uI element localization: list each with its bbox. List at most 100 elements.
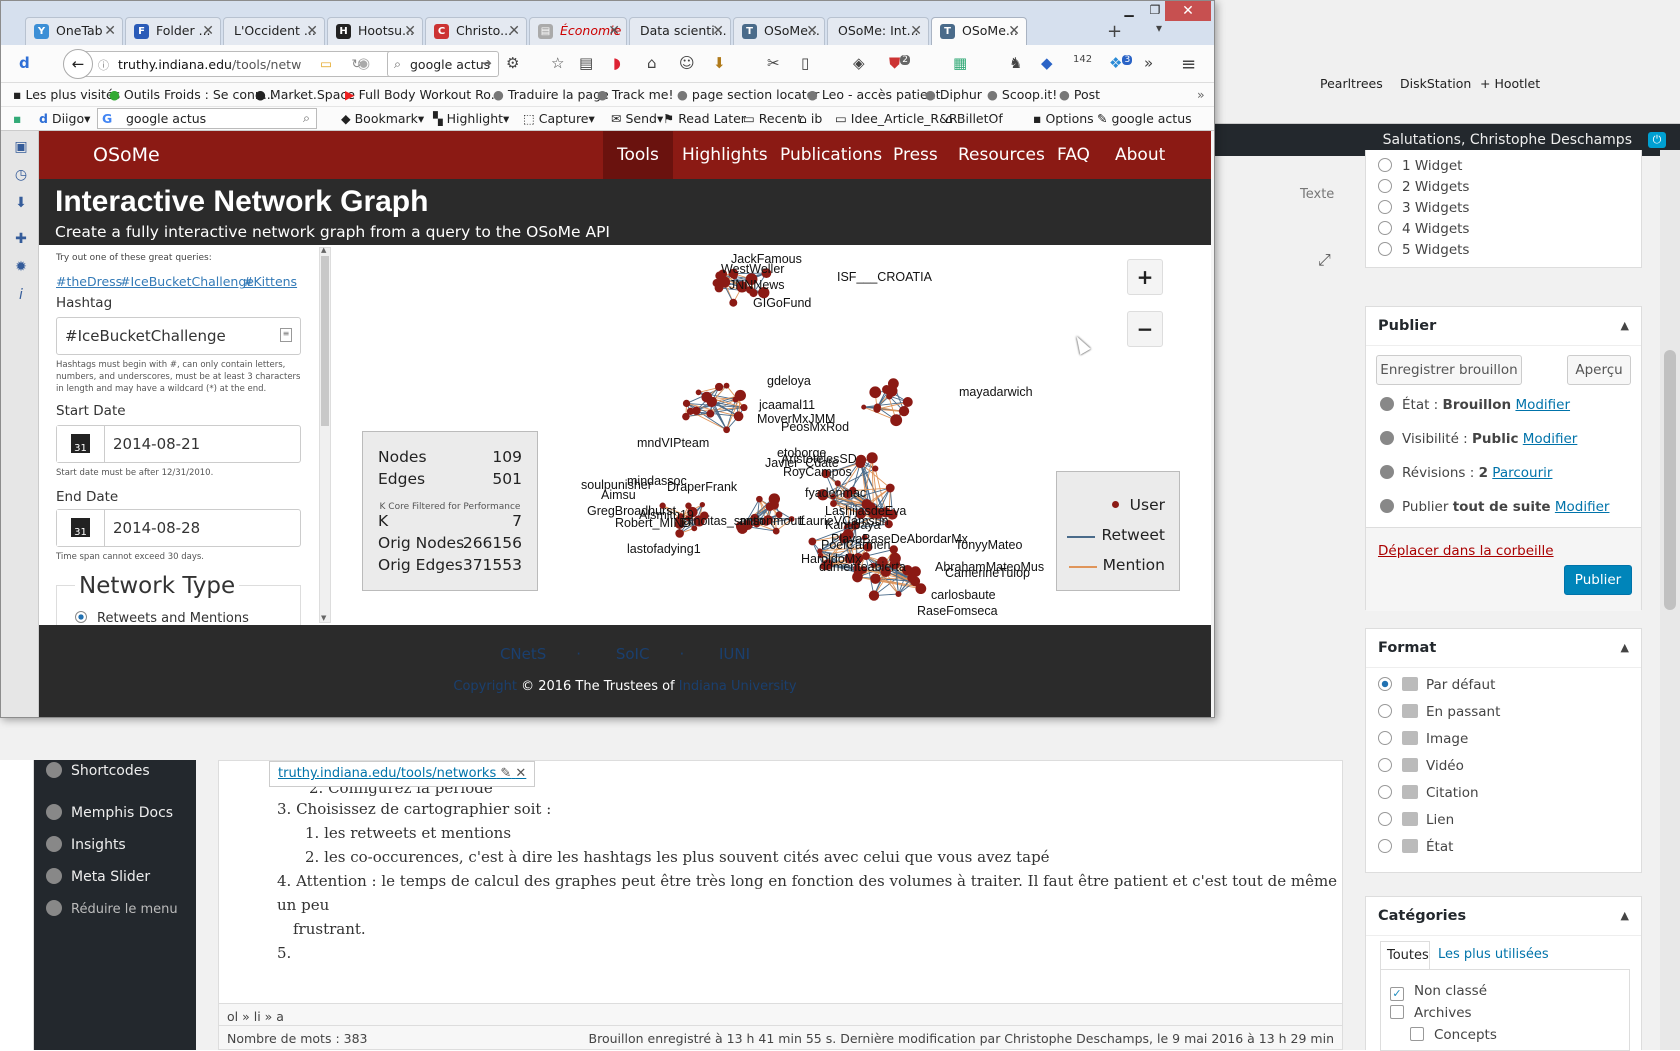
widgets-option[interactable]: 1 Widget — [1378, 158, 1462, 178]
sidebar-item-memphis-docs[interactable]: Memphis Docs — [46, 804, 173, 826]
widgets-option[interactable]: 5 Widgets — [1378, 242, 1469, 262]
extension-icon[interactable]: ✂ — [767, 54, 780, 72]
format-option-video[interactable]: Vidéo — [1378, 758, 1464, 778]
page-scrollbar[interactable] — [1660, 150, 1680, 1050]
bookmark-item[interactable]: ● Diphur — [925, 87, 982, 102]
bookmark-item[interactable]: ▪ Les plus visités — [13, 87, 120, 102]
widgets-option[interactable]: 2 Widgets — [1378, 179, 1469, 199]
search-bar[interactable]: ⌕google actus➔ — [387, 51, 499, 77]
nav-highlights[interactable]: Highlights — [668, 131, 782, 179]
url-bar[interactable]: truthy.indiana.edu/tools/netw ⓘ ▭ ↻ — [73, 51, 393, 77]
reading-list-icon[interactable]: ▤ — [579, 54, 593, 72]
nav-press[interactable]: Press — [879, 131, 952, 179]
university-link[interactable]: Indiana University — [679, 679, 797, 694]
category-archives[interactable]: Archives — [1390, 1005, 1472, 1025]
footer-link-cnets[interactable]: CNetS — [500, 645, 546, 663]
power-icon[interactable]: ⏻ — [1648, 132, 1666, 148]
end-date-input[interactable]: 312014-08-28 — [56, 509, 301, 547]
graph-node[interactable] — [890, 545, 898, 553]
graph-node[interactable] — [709, 397, 717, 405]
diigo-bookmark[interactable]: ◆ Bookmark▾ — [341, 111, 424, 126]
tab-most-used[interactable]: Les plus utilisées — [1438, 947, 1549, 962]
graph-node[interactable] — [700, 502, 705, 507]
graph-node[interactable] — [895, 591, 901, 597]
chat-icon[interactable]: ☺ — [679, 54, 695, 72]
graph-node[interactable] — [735, 390, 746, 401]
form-scrollbar[interactable]: ▲ ▼ — [319, 247, 331, 623]
diigo-send[interactable]: ✉ Send▾ — [611, 111, 663, 126]
home-icon[interactable]: ⌂ — [647, 54, 657, 72]
tab-economie[interactable]: ▤Économie✕ — [529, 17, 627, 45]
nav-faq[interactable]: FAQ — [1043, 131, 1104, 179]
tab-osome-1[interactable]: TOSoMe...✕ — [733, 17, 825, 45]
collapse-arrow-icon[interactable]: ▲ — [1621, 641, 1629, 654]
bookmark-item[interactable]: ● Post — [1059, 87, 1100, 102]
texte-tab[interactable]: Texte — [1300, 187, 1345, 209]
download-icon[interactable]: ⬇ — [13, 195, 29, 211]
history-icon[interactable]: ◷ — [13, 167, 29, 183]
back-button[interactable]: ← — [63, 49, 93, 79]
tab-occident[interactable]: L'Occident ...✕ — [223, 17, 325, 45]
diigo-tag[interactable]: ⌂ BilletOf — [945, 111, 1003, 126]
nav-about[interactable]: About — [1101, 131, 1179, 179]
sidebar-item-shortcodes[interactable]: Shortcodes — [46, 762, 150, 784]
graph-node[interactable] — [729, 299, 737, 307]
format-option-aside[interactable]: En passant — [1378, 704, 1500, 724]
chevron-down-icon[interactable]: ▾ — [1156, 21, 1162, 35]
extension-icon[interactable]: ◈ — [853, 54, 865, 72]
bookmark-item[interactable]: ● page section locator — [677, 87, 819, 102]
sidebar-item-insights[interactable]: Insights — [46, 836, 126, 858]
bookmark-item[interactable]: ▶ Full Body Workout Ro... — [345, 87, 503, 102]
graph-node[interactable] — [675, 529, 684, 538]
ublock-icon[interactable]: ⛊2 — [889, 54, 910, 72]
extension-icon[interactable]: ♞ — [1009, 54, 1022, 72]
zoom-out-button[interactable]: − — [1127, 311, 1163, 347]
graph-node[interactable] — [886, 393, 892, 399]
tab-data-scientist[interactable]: Data scienti...✕ — [629, 17, 731, 45]
category-concepts[interactable]: Concepts — [1410, 1027, 1497, 1047]
graph-node[interactable] — [715, 383, 723, 391]
hashtag-input[interactable]: #IceBucketChallenge≡ — [56, 317, 301, 355]
footer-link-soic[interactable]: SoIC — [616, 645, 650, 663]
diigo-highlight[interactable]: ▚ Highlight▾ — [433, 111, 509, 126]
graph-node[interactable] — [696, 390, 702, 396]
overflow-icon[interactable]: » — [1144, 54, 1153, 72]
close-window-icon[interactable]: ✕ — [1165, 1, 1211, 21]
graph-node[interactable] — [869, 386, 881, 398]
graph-node[interactable] — [724, 383, 730, 389]
nav-tools[interactable]: Tools — [603, 131, 673, 179]
bookmark-item[interactable]: ● Track me! — [597, 87, 673, 102]
copyright-link[interactable]: Copyright — [453, 679, 517, 694]
link-preview-chip[interactable]: truthy.indiana.edu/tools/networks ✎ ✕ — [269, 761, 535, 787]
bookmark-hootlet[interactable]: + Hootlet — [1480, 76, 1540, 91]
format-option-image[interactable]: Image — [1378, 731, 1468, 751]
graph-node[interactable] — [683, 400, 690, 407]
collapse-menu[interactable]: Réduire le menu — [46, 900, 178, 922]
bookmark-item[interactable]: ● Leo - accès patient — [807, 87, 941, 102]
diigo-menu[interactable]: d Diigo▾ — [39, 111, 90, 126]
graph-node[interactable] — [907, 574, 916, 583]
query-link-icebucket[interactable]: #IceBucketChallenge — [120, 274, 254, 289]
graph-node[interactable] — [855, 458, 865, 468]
category-non-classe[interactable]: ✓Non classé — [1390, 983, 1487, 1003]
graph-node[interactable] — [723, 426, 730, 433]
graph-node[interactable] — [692, 406, 701, 415]
preview-button[interactable]: Aperçu — [1567, 355, 1631, 385]
network-graph[interactable]: JackFamousWestWellerISF___CROATIAJNNNews… — [331, 245, 1211, 625]
new-tab-icon[interactable]: + — [1107, 21, 1122, 42]
graph-node[interactable] — [882, 385, 891, 394]
graph-node[interactable] — [769, 496, 775, 502]
star-icon[interactable]: ☆ — [551, 54, 564, 72]
clipboard-icon[interactable]: ▯ — [801, 54, 809, 72]
site-brand[interactable]: OSoMe — [93, 144, 160, 166]
graph-node[interactable] — [740, 404, 747, 411]
schedule-edit-link[interactable]: Modifier — [1555, 499, 1610, 515]
bookmark-item[interactable]: ● Market.Space — [255, 87, 355, 102]
diigo-capture[interactable]: ⬚ Capture▾ — [523, 111, 595, 126]
widgets-option[interactable]: 3 Widgets — [1378, 200, 1469, 220]
publish-button[interactable]: Publier — [1564, 565, 1632, 595]
minimize-icon[interactable]: ▁ — [1115, 1, 1143, 19]
diigo-tag[interactable]: ⌂ ib — [799, 111, 822, 126]
diigo-read-later[interactable]: ⚑ Read Later — [663, 111, 746, 126]
diigo-options[interactable]: ▪ Options — [1033, 111, 1094, 126]
